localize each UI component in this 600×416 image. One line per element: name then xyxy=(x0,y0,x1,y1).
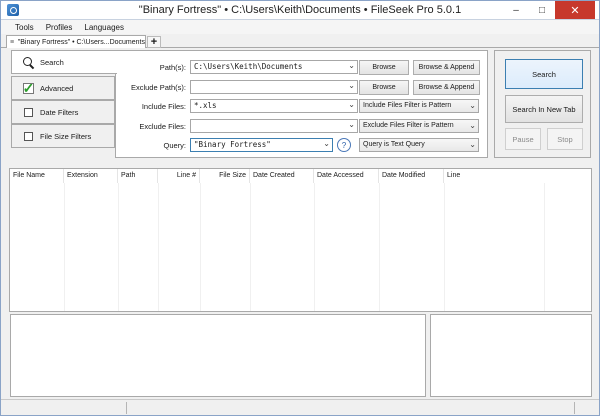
exclude-paths-row: Exclude Path(s): ⌄ Browse Browse & Appen… xyxy=(116,80,487,96)
exclude-files-combobox[interactable]: ⌄ xyxy=(190,119,358,133)
tab-advanced-label: Advanced xyxy=(40,83,74,93)
col-extension[interactable]: Extension xyxy=(64,169,118,183)
col-line[interactable]: Line xyxy=(444,169,544,183)
tab-search-label: Search xyxy=(40,57,64,67)
include-files-mode-select[interactable]: Include Files Filter is Pattern ⌄ xyxy=(359,99,479,113)
help-icon[interactable]: ? xyxy=(337,138,351,152)
chevron-down-icon[interactable]: ⌄ xyxy=(348,81,355,90)
date-filters-checkbox[interactable] xyxy=(24,107,33,117)
menu-tools[interactable]: Tools xyxy=(9,23,40,32)
paths-browse-button[interactable]: Browse xyxy=(359,60,409,75)
document-tab-strip: ≡ "Binary Fortress" • C:\Users...Documen… xyxy=(1,34,599,48)
col-path[interactable]: Path xyxy=(118,169,158,183)
pause-button[interactable]: Pause xyxy=(505,128,541,150)
chevron-down-icon: ⌄ xyxy=(469,140,476,149)
col-date-modified[interactable]: Date Modified xyxy=(379,169,444,183)
paths-value: C:\Users\Keith\Documents xyxy=(194,62,303,71)
menu-profiles[interactable]: Profiles xyxy=(40,23,79,32)
window-controls: – □ ✕ xyxy=(503,1,595,19)
chevron-down-icon[interactable]: ⌄ xyxy=(323,139,330,148)
preview-pane xyxy=(10,314,426,397)
paths-combobox[interactable]: C:\Users\Keith\Documents ⌄ xyxy=(190,60,358,74)
magnifier-icon xyxy=(22,56,35,69)
query-input[interactable]: "Binary Fortress" ⌄ xyxy=(190,138,333,152)
exclude-paths-label: Exclude Path(s): xyxy=(130,83,186,92)
sliders-icon: ≡ xyxy=(10,38,15,46)
document-tab-label: "Binary Fortress" • C:\Users...Documents xyxy=(17,38,145,46)
menu-languages[interactable]: Languages xyxy=(78,23,130,32)
document-tab[interactable]: ≡ "Binary Fortress" • C:\Users...Documen… xyxy=(6,35,146,48)
details-pane xyxy=(430,314,592,397)
menu-bar: Tools Profiles Languages xyxy=(1,20,599,34)
col-date-created[interactable]: Date Created xyxy=(250,169,314,183)
col-date-accessed[interactable]: Date Accessed xyxy=(314,169,379,183)
query-row: Query: "Binary Fortress" ⌄ ? Query is Te… xyxy=(116,138,487,154)
results-table: File Name Extension Path Line # File Siz… xyxy=(9,168,592,312)
col-line-number[interactable]: Line # xyxy=(158,169,200,183)
search-button[interactable]: Search xyxy=(505,59,583,89)
minimize-icon[interactable]: – xyxy=(503,1,529,19)
paths-label: Path(s): xyxy=(159,63,186,72)
col-file-size[interactable]: File Size xyxy=(200,169,250,183)
include-files-label: Include Files: xyxy=(141,102,186,111)
search-in-new-tab-button[interactable]: Search In New Tab xyxy=(505,95,583,123)
chevron-down-icon[interactable]: ⌄ xyxy=(348,120,355,129)
actions-panel: Search Search In New Tab Pause Stop xyxy=(494,50,591,158)
chevron-down-icon: ⌄ xyxy=(469,101,476,110)
include-files-value: *.xls xyxy=(194,101,217,110)
title-bar: "Binary Fortress" • C:\Users\Keith\Docum… xyxy=(1,1,599,20)
paths-browse-append-button[interactable]: Browse & Append xyxy=(413,60,480,75)
chevron-down-icon: ⌄ xyxy=(469,121,476,130)
exclude-paths-browse-button[interactable]: Browse xyxy=(359,80,409,95)
paths-row: Path(s): C:\Users\Keith\Documents ⌄ Brow… xyxy=(116,60,487,76)
col-file-name[interactable]: File Name xyxy=(10,169,64,183)
tab-date-filters-label: Date Filters xyxy=(40,107,79,117)
exclude-files-mode-select[interactable]: Exclude Files Filter is Pattern ⌄ xyxy=(359,119,479,133)
query-mode-value: Query is Text Query xyxy=(363,141,425,148)
query-value: "Binary Fortress" xyxy=(194,140,271,149)
checked-box-icon: ✓ xyxy=(22,80,35,96)
tab-search[interactable]: Search xyxy=(11,50,117,74)
file-size-filters-checkbox[interactable] xyxy=(24,131,33,141)
chevron-down-icon[interactable]: ⌄ xyxy=(348,61,355,70)
include-files-combobox[interactable]: *.xls ⌄ xyxy=(190,99,358,113)
search-options-panel: Path(s): C:\Users\Keith\Documents ⌄ Brow… xyxy=(115,50,488,158)
app-window: "Binary Fortress" • C:\Users\Keith\Docum… xyxy=(0,0,600,416)
status-bar xyxy=(1,399,599,415)
query-label: Query: xyxy=(163,141,186,150)
tab-advanced[interactable]: ✓ Advanced xyxy=(11,76,115,100)
exclude-paths-combobox[interactable]: ⌄ xyxy=(190,80,358,94)
exclude-files-mode-value: Exclude Files Filter is Pattern xyxy=(363,122,454,129)
stop-button[interactable]: Stop xyxy=(547,128,583,150)
exclude-paths-browse-append-button[interactable]: Browse & Append xyxy=(413,80,480,95)
maximize-icon[interactable]: □ xyxy=(529,1,555,19)
close-icon[interactable]: ✕ xyxy=(555,1,595,19)
chevron-down-icon[interactable]: ⌄ xyxy=(348,100,355,109)
add-tab-icon[interactable]: + xyxy=(147,36,161,48)
exclude-files-label: Exclude Files: xyxy=(139,122,186,131)
include-files-mode-value: Include Files Filter is Pattern xyxy=(363,102,452,109)
exclude-files-row: Exclude Files: ⌄ Exclude Files Filter is… xyxy=(116,119,487,135)
tab-date-filters[interactable]: Date Filters xyxy=(11,100,115,124)
tab-file-size-filters-label: File Size Filters xyxy=(40,131,92,141)
query-mode-select[interactable]: Query is Text Query ⌄ xyxy=(359,138,479,152)
tab-file-size-filters[interactable]: File Size Filters xyxy=(11,124,115,148)
include-files-row: Include Files: *.xls ⌄ Include Files Fil… xyxy=(116,99,487,115)
